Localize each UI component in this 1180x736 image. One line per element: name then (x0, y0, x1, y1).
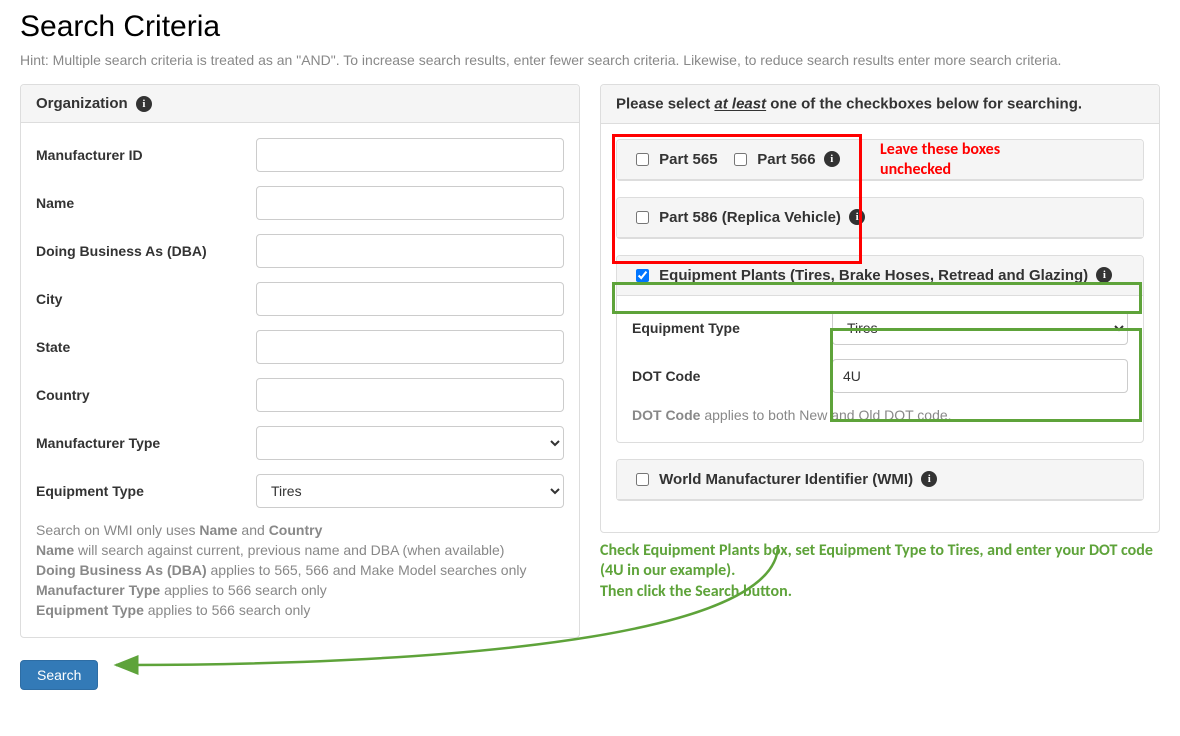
help-wmi: Search on WMI only uses Name and Country (36, 522, 564, 538)
dot-code-input[interactable] (832, 359, 1128, 393)
city-label: City (36, 291, 256, 307)
equipment-type-label-right: Equipment Type (632, 320, 832, 336)
country-label: Country (36, 387, 256, 403)
info-icon[interactable]: i (1096, 267, 1112, 283)
part-566-label: Part 566 (757, 151, 815, 168)
part-586-panel: Part 586 (Replica Vehicle) i (616, 197, 1144, 239)
city-input[interactable] (256, 282, 564, 316)
right-instruction-heading: Please select at least one of the checkb… (601, 85, 1159, 124)
part-586-label: Part 586 (Replica Vehicle) (659, 209, 841, 226)
equipment-type-select-left[interactable]: Tires (256, 474, 564, 508)
info-icon[interactable]: i (849, 209, 865, 225)
organization-heading: Organization i (21, 85, 579, 123)
info-icon[interactable]: i (824, 151, 840, 167)
annotation-arrow-icon (108, 540, 988, 680)
wmi-panel: World Manufacturer Identifier (WMI) i (616, 459, 1144, 501)
part-586-checkbox[interactable] (636, 211, 649, 224)
name-input[interactable] (256, 186, 564, 220)
wmi-label: World Manufacturer Identifier (WMI) (659, 471, 913, 488)
state-label: State (36, 339, 256, 355)
manufacturer-type-label: Manufacturer Type (36, 435, 256, 451)
country-input[interactable] (256, 378, 564, 412)
equipment-type-label-left: Equipment Type (36, 483, 256, 499)
annotation-red-text: Leave these boxes unchecked (880, 140, 1040, 180)
page-title: Search Criteria (20, 10, 1160, 44)
equipment-type-select-right[interactable]: Tires (832, 311, 1128, 345)
hint-text: Hint: Multiple search criteria is treate… (20, 52, 1160, 68)
manufacturer-id-label: Manufacturer ID (36, 147, 256, 163)
state-input[interactable] (256, 330, 564, 364)
organization-heading-text: Organization (36, 95, 128, 112)
part-565-checkbox[interactable] (636, 153, 649, 166)
part-565-label: Part 565 (659, 151, 717, 168)
equipment-plants-checkbox[interactable] (636, 269, 649, 282)
info-icon[interactable]: i (921, 471, 937, 487)
dot-code-note: DOT Code applies to both New and Old DOT… (632, 407, 1128, 423)
dba-input[interactable] (256, 234, 564, 268)
equipment-plants-label: Equipment Plants (Tires, Brake Hoses, Re… (659, 267, 1088, 284)
info-icon[interactable]: i (136, 96, 152, 112)
manufacturer-id-input[interactable] (256, 138, 564, 172)
manufacturer-type-select[interactable] (256, 426, 564, 460)
dot-code-label: DOT Code (632, 368, 832, 384)
equipment-plants-panel: Equipment Plants (Tires, Brake Hoses, Re… (616, 255, 1144, 443)
dba-label: Doing Business As (DBA) (36, 243, 256, 259)
wmi-checkbox[interactable] (636, 473, 649, 486)
name-label: Name (36, 195, 256, 211)
part-566-checkbox[interactable] (734, 153, 747, 166)
search-button[interactable]: Search (20, 660, 98, 690)
